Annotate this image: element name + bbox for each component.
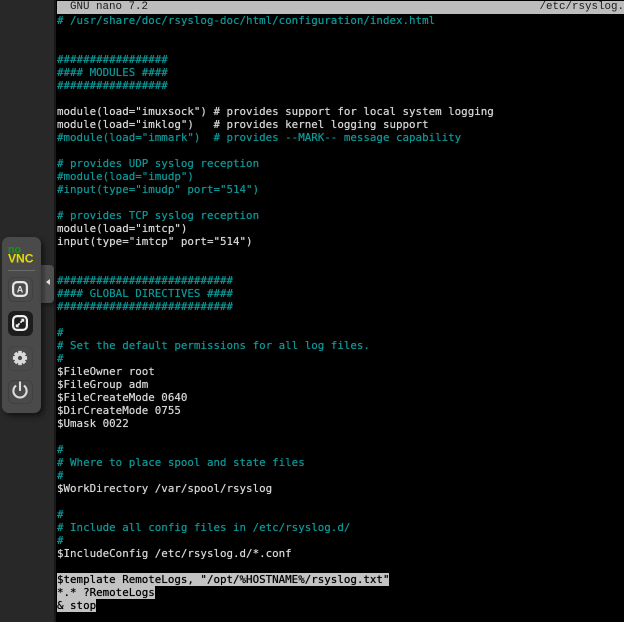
svg-text:A: A (17, 285, 24, 295)
svg-text:VNC: VNC (8, 252, 34, 265)
